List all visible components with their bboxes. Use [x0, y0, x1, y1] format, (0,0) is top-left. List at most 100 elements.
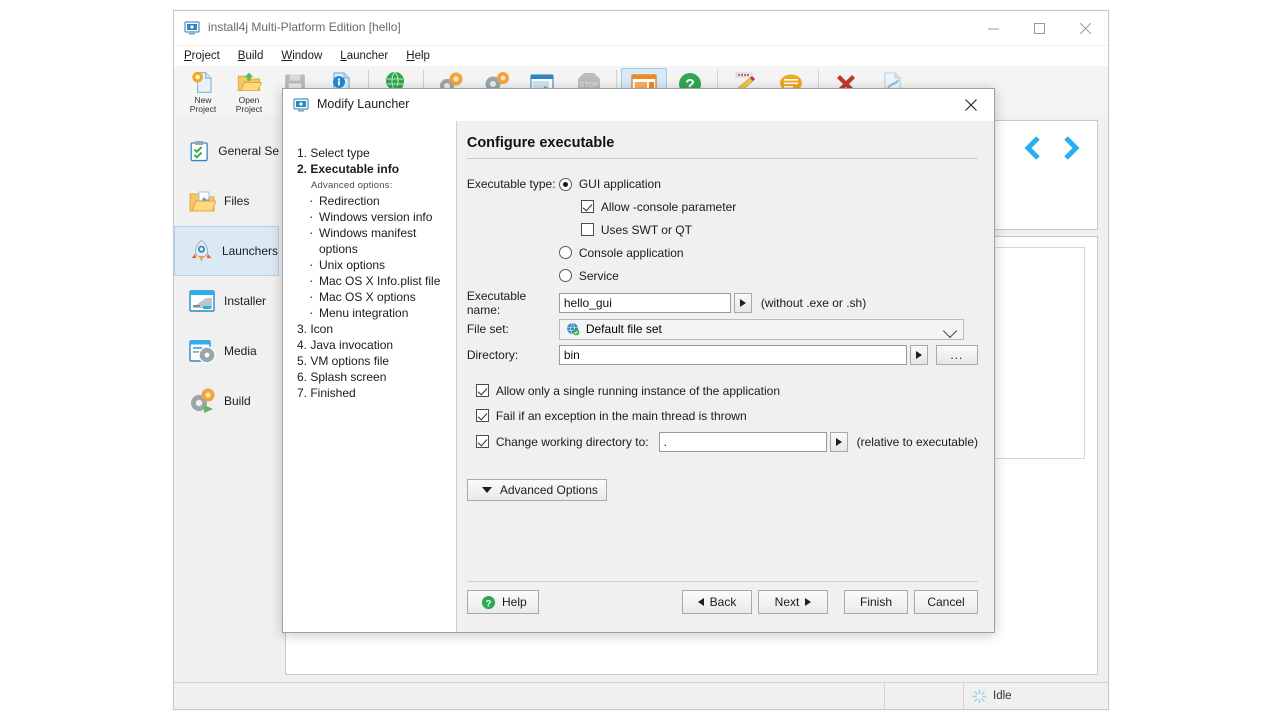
checkbox-allow-console-parameter-label: Allow -console parameter — [601, 200, 736, 214]
executable-name-row: Executable name: hello_gui (without .exe… — [467, 290, 978, 316]
back-button[interactable]: Back — [682, 590, 752, 614]
sidebar-item-installer[interactable]: Installer — [174, 276, 279, 326]
working-directory-input[interactable]: . — [659, 432, 827, 452]
step-executable-info[interactable]: 2. Executable info — [297, 161, 456, 177]
checkbox-uses-swt-or-qt[interactable] — [581, 223, 594, 236]
next-button-label: Next — [775, 595, 800, 609]
menu-window[interactable]: Window — [279, 49, 324, 63]
dialog-title-bar: Modify Launcher — [283, 89, 994, 122]
sidebar-item-general-settings[interactable]: General Se — [174, 126, 279, 176]
advanced-option-unix-options[interactable]: Unix options — [319, 257, 456, 273]
sidebar-item-launchers[interactable]: Launchers — [174, 226, 279, 276]
advanced-option-mac-options[interactable]: Mac OS X options — [319, 289, 456, 305]
directory-variable-button[interactable] — [910, 345, 928, 365]
toolbar-open-project-label: OpenProject — [236, 96, 262, 114]
clipboard-check-icon — [188, 137, 210, 165]
checkbox-fail-on-exception-label: Fail if an exception in the main thread … — [496, 409, 747, 423]
help-question-icon: ? — [481, 595, 496, 610]
executable-name-note: (without .exe or .sh) — [761, 296, 866, 310]
next-button[interactable]: Next — [758, 590, 828, 614]
advanced-option-windows-version-info[interactable]: Windows version info — [319, 209, 456, 225]
finish-button[interactable]: Finish — [844, 590, 908, 614]
executable-name-variable-button[interactable] — [734, 293, 752, 313]
toolbar-new-project[interactable]: NewProject — [180, 68, 226, 114]
build-gears-icon — [188, 387, 216, 415]
folder-files-icon — [188, 187, 216, 215]
step-finished[interactable]: 7. Finished — [297, 385, 456, 401]
sidebar-item-label: Launchers — [222, 244, 278, 258]
menu-bar: Project Build Window Launcher Help — [174, 46, 1108, 66]
help-button-label: Help — [502, 595, 527, 609]
dialog-title-text: Modify Launcher — [317, 97, 409, 111]
advanced-options-button-label: Advanced Options — [500, 483, 598, 497]
sidebar-item-files[interactable]: Files — [174, 176, 279, 226]
radio-service[interactable] — [559, 269, 572, 282]
media-disc-icon — [188, 337, 216, 365]
file-set-value: Default file set — [586, 322, 662, 336]
step-select-type[interactable]: 1. Select type — [297, 145, 456, 161]
working-directory-note: (relative to executable) — [857, 435, 978, 449]
advanced-options-button[interactable]: Advanced Options — [467, 479, 607, 501]
advanced-option-windows-manifest-options[interactable]: Windows manifest options — [319, 225, 456, 257]
advanced-option-menu-integration[interactable]: Menu integration — [319, 305, 456, 321]
sidebar-item-label: Media — [224, 344, 257, 358]
radio-gui-application-label: GUI application — [579, 177, 661, 191]
dialog-body: 1. Select type 2. Executable info Advanc… — [283, 121, 994, 632]
cancel-button[interactable]: Cancel — [914, 590, 978, 614]
file-set-row: File set: Default file set — [467, 316, 978, 342]
working-directory-variable-button[interactable] — [830, 432, 848, 452]
chevron-right-icon[interactable] — [1057, 135, 1083, 161]
modify-launcher-dialog: Modify Launcher 1. Select type 2. Execut… — [282, 88, 995, 633]
executable-name-input[interactable]: hello_gui — [559, 293, 731, 313]
checkbox-single-instance-label: Allow only a single running instance of … — [496, 384, 780, 398]
sidebar-item-label: General Se — [218, 144, 279, 158]
svg-text:?: ? — [486, 598, 492, 608]
service-row: Service — [467, 264, 978, 287]
checkbox-uses-swt-or-qt-label: Uses SWT or QT — [601, 223, 692, 237]
checkbox-change-working-directory[interactable] — [476, 435, 489, 448]
advanced-option-redirection[interactable]: Redirection — [319, 193, 456, 209]
directory-label: Directory: — [467, 348, 559, 362]
radio-gui-application[interactable] — [559, 178, 572, 191]
spinner-idle-icon — [972, 689, 987, 704]
window-title-text: install4j Multi-Platform Edition [hello] — [208, 20, 401, 34]
step-vm-options-file[interactable]: 5. VM options file — [297, 353, 456, 369]
help-button[interactable]: ? Help — [467, 590, 539, 614]
rocket-icon — [189, 237, 214, 265]
install4j-app-icon — [184, 20, 200, 36]
status-bar: Idle — [174, 682, 1108, 709]
back-button-label: Back — [710, 595, 737, 609]
menu-launcher[interactable]: Launcher — [338, 49, 390, 63]
menu-help[interactable]: Help — [404, 49, 432, 63]
minimize-button[interactable] — [970, 11, 1016, 45]
maximize-button[interactable] — [1016, 11, 1062, 45]
advanced-option-mac-info-plist[interactable]: Mac OS X Info.plist file — [319, 273, 456, 289]
menu-build[interactable]: Build — [236, 49, 266, 63]
fail-on-exception-row: Fail if an exception in the main thread … — [467, 403, 978, 428]
directory-browse-button[interactable]: ... — [936, 345, 978, 365]
triangle-left-icon — [698, 598, 704, 606]
main-sidebar: General Se Files — [174, 114, 279, 681]
step-splash-screen[interactable]: 6. Splash screen — [297, 369, 456, 385]
menu-project[interactable]: Project — [182, 49, 222, 63]
status-idle-label: Idle — [993, 690, 1012, 702]
file-set-combobox[interactable]: Default file set — [559, 319, 964, 340]
sidebar-item-media[interactable]: Media — [174, 326, 279, 376]
checkbox-single-instance[interactable] — [476, 384, 489, 397]
step-java-invocation[interactable]: 4. Java invocation — [297, 337, 456, 353]
dialog-close-button[interactable] — [948, 89, 994, 121]
file-set-globe-icon — [566, 322, 580, 336]
executable-type-row: Executable type: GUI application — [467, 173, 978, 195]
step-icon[interactable]: 3. Icon — [297, 321, 456, 337]
radio-console-application[interactable] — [559, 246, 572, 259]
chevron-left-icon[interactable] — [1021, 135, 1047, 161]
uses-swt-qt-row: Uses SWT or QT — [467, 218, 978, 241]
triangle-right-icon — [805, 598, 811, 606]
radio-service-label: Service — [579, 269, 619, 283]
directory-input[interactable]: bin — [559, 345, 907, 365]
toolbar-open-project[interactable]: OpenProject — [226, 68, 272, 114]
checkbox-fail-on-exception[interactable] — [476, 409, 489, 422]
sidebar-item-build[interactable]: Build — [174, 376, 279, 426]
close-button[interactable] — [1062, 11, 1108, 45]
checkbox-allow-console-parameter[interactable] — [581, 200, 594, 213]
